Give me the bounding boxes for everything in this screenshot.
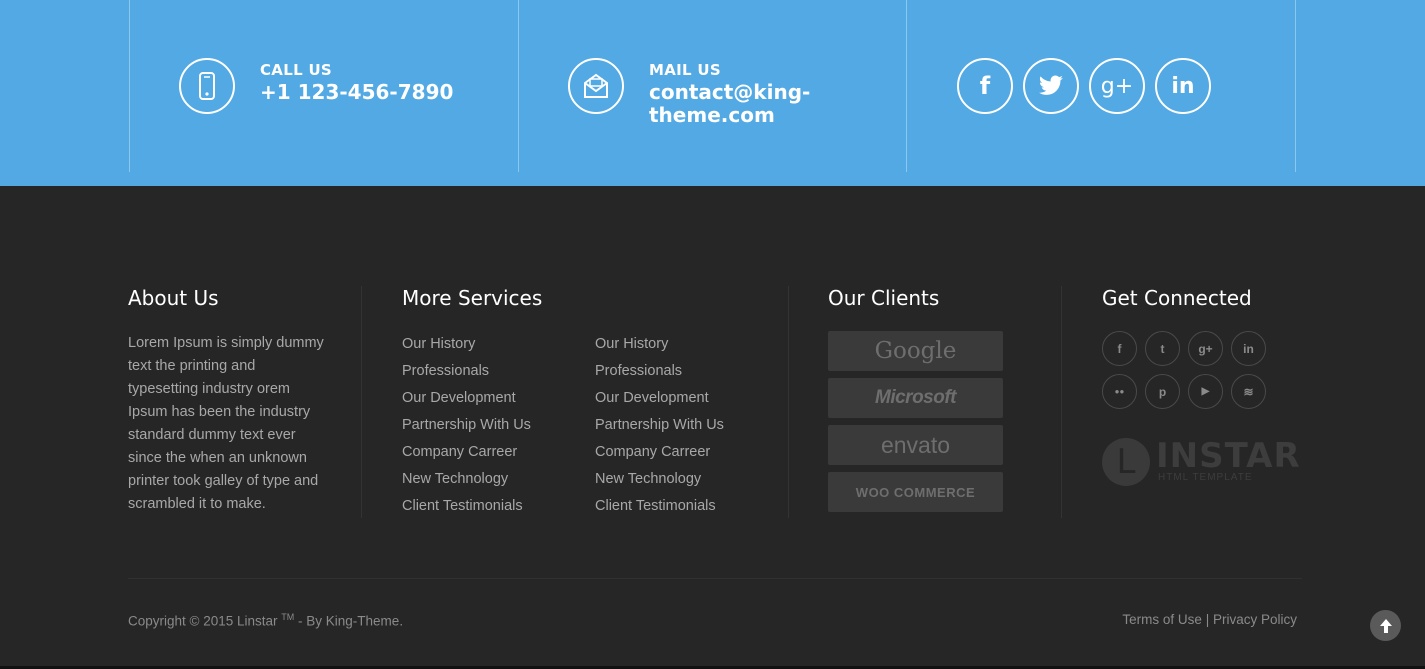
email-address[interactable]: contact@king- theme.com (649, 81, 810, 127)
service-link[interactable]: Our Development (402, 388, 531, 415)
google-plus-icon[interactable]: g+ (1089, 58, 1145, 114)
flickr-icon[interactable]: ●● (1102, 374, 1137, 409)
service-link[interactable]: Company Carreer (402, 442, 531, 469)
services-list: Our History Professionals Our Developmen… (595, 334, 724, 523)
twitter-icon[interactable] (1023, 58, 1079, 114)
service-link[interactable]: Partnership With Us (402, 415, 531, 442)
services-title: More Services (402, 286, 543, 310)
divider-line (129, 0, 130, 172)
column-separator (1061, 286, 1062, 518)
woocommerce-logo[interactable]: WOO COMMERCE (828, 472, 1003, 512)
brand-logo-subtitle: HTML TEMPLATE (1158, 472, 1253, 483)
mail-us-label: MAIL US (649, 61, 721, 79)
rss-icon[interactable]: ≋ (1231, 374, 1266, 409)
connected-title: Get Connected (1102, 286, 1252, 310)
linkedin-icon[interactable]: in (1155, 58, 1211, 114)
about-text: Lorem Ipsum is simply dummy text the pri… (128, 335, 324, 512)
copyright-text: Copyright © 2015 Linstar TM - By King-Th… (128, 612, 403, 629)
divider-line (906, 0, 907, 172)
footer-divider (128, 578, 1302, 579)
privacy-link[interactable]: Privacy Policy (1213, 612, 1297, 627)
legal-links: Terms of Use | Privacy Policy (1122, 612, 1297, 627)
pinterest-icon[interactable]: p (1145, 374, 1180, 409)
service-link[interactable]: Our History (595, 334, 724, 361)
legal-separator: | (1205, 612, 1210, 627)
contact-bar: CALL US +1 123-456-7890 MAIL US contact@… (0, 0, 1425, 186)
email-line-2: theme.com (649, 103, 775, 127)
clients-title: Our Clients (828, 286, 940, 310)
brand-logo-name: INSTAR (1156, 436, 1301, 476)
column-separator (788, 286, 789, 518)
service-link[interactable]: Client Testimonials (402, 496, 531, 523)
service-link[interactable]: Company Carreer (595, 442, 724, 469)
facebook-icon[interactable]: f (1102, 331, 1137, 366)
brand-logo-mark: L (1102, 438, 1150, 486)
column-separator (361, 286, 362, 518)
trademark: TM (281, 612, 295, 622)
twitter-icon[interactable]: t (1145, 331, 1180, 366)
copyright-prefix: Copyright © 2015 Linstar (128, 613, 282, 629)
service-link[interactable]: Our History (402, 334, 531, 361)
service-link[interactable]: New Technology (595, 469, 724, 496)
divider-line (518, 0, 519, 172)
services-list: Our History Professionals Our Developmen… (402, 334, 531, 523)
google-logo[interactable]: Google (828, 331, 1003, 371)
service-link[interactable]: Partnership With Us (595, 415, 724, 442)
youtube-icon[interactable]: ▶ (1188, 374, 1223, 409)
phone-icon (179, 58, 235, 114)
divider-line (1295, 0, 1296, 172)
call-us-label: CALL US (260, 61, 333, 79)
scroll-to-top-button[interactable] (1370, 610, 1401, 641)
about-title: About Us (128, 286, 219, 310)
service-link[interactable]: New Technology (402, 469, 531, 496)
mail-icon (568, 58, 624, 114)
service-link[interactable]: Client Testimonials (595, 496, 724, 523)
microsoft-logo[interactable]: Microsoft (828, 378, 1003, 418)
terms-link[interactable]: Terms of Use (1122, 612, 1202, 627)
google-plus-icon[interactable]: g+ (1188, 331, 1223, 366)
copyright-suffix: - By King-Theme. (294, 613, 404, 629)
brand-logo[interactable]: L INSTAR HTML TEMPLATE (1102, 436, 1300, 488)
service-link[interactable]: Professionals (595, 361, 724, 388)
email-line-1: contact@king- (649, 80, 811, 104)
facebook-icon[interactable]: f (957, 58, 1013, 114)
envato-logo[interactable]: envato (828, 425, 1003, 465)
service-link[interactable]: Professionals (402, 361, 531, 388)
phone-number[interactable]: +1 123-456-7890 (260, 81, 453, 104)
arrow-up-icon (1379, 618, 1392, 633)
linkedin-icon[interactable]: in (1231, 331, 1266, 366)
service-link[interactable]: Our Development (595, 388, 724, 415)
